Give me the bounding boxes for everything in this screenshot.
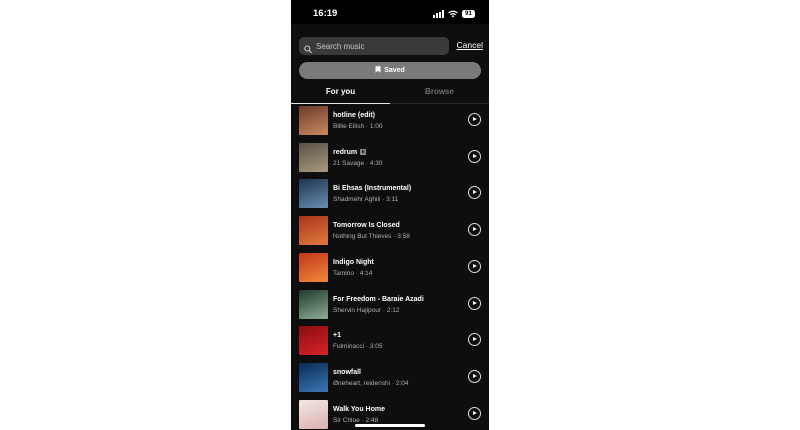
track-artist-duration: Øneheart, reidenshi · 2:04 [333,379,409,387]
track-title: Indigo Night [333,259,374,266]
album-art [299,106,328,135]
play-button[interactable] [468,149,481,163]
play-icon [473,227,477,232]
saved-button[interactable]: Saved [299,62,481,79]
track-title: Tomorrow Is Closed [333,222,400,229]
track-title: Walk You Home [333,406,385,413]
track-title-text: Walk You Home [333,405,385,413]
bookmark-icon [375,66,381,75]
saved-label: Saved [384,67,405,74]
play-button[interactable] [468,406,481,420]
album-art [299,252,328,282]
play-icon [473,153,477,158]
track-title-text: For Freedom - Baraie Azadi [333,295,424,303]
track-row[interactable]: redrum E 21 Savage · 4:30 [291,142,489,177]
album-art [299,289,328,319]
status-icons: 91 [433,9,475,18]
play-icon [473,300,477,305]
album-art [299,326,328,356]
track-row[interactable]: hotline (edit) Billie Eilish · 1:00 [291,106,489,140]
track-title: Bi Ehsas (Instrumental) [333,185,411,192]
track-title-text: hotline (edit) [333,112,375,119]
track-row[interactable]: Bi Ehsas (Instrumental) Shadmehr Aghili ·… [291,179,489,213]
tab-bar: For you Browse [291,82,489,104]
track-title-text: Indigo Night [333,258,374,266]
play-button[interactable] [468,223,481,237]
active-tab-indicator [291,103,390,104]
track-artist-duration: 21 Savage · 4:30 [333,159,383,167]
play-icon [473,410,477,415]
track-title: +1 [333,332,341,339]
search-icon [304,41,312,59]
track-row[interactable]: For Freedom - Baraie Azadi Shervin Hajipo… [291,289,489,324]
track-title-text: snowfall [333,368,362,376]
track-row[interactable]: snowfall Øneheart, reidenshi · 2:04 [291,362,489,397]
track-title-text: Tomorrow Is Closed [333,222,400,230]
track-title-text: Bi Ehsas (Instrumental) [333,185,412,193]
play-button[interactable] [468,259,481,273]
play-icon [473,337,477,342]
track-row[interactable]: Indigo Night Tamino · 4:14 [291,252,489,287]
track-title: hotline (edit) [333,112,375,119]
play-icon [473,117,477,121]
album-art [299,216,328,246]
search-row: Cancel [299,37,483,55]
home-indicator [355,424,425,427]
tab-for-you[interactable]: For you [291,82,390,102]
status-time: 16:19 [313,8,338,19]
music-picker-sheet: Cancel Saved For you Browse hotline (edi… [291,24,489,430]
explicit-icon: E [360,148,367,155]
track-artist-duration: Shadmehr Aghili · 3:11 [333,196,399,204]
track-title-text: +1 [333,332,341,340]
track-title: redrum E [333,148,367,156]
cancel-button[interactable]: Cancel [457,40,483,50]
play-icon [473,263,477,268]
play-icon [473,190,477,195]
track-artist-duration: Shervin Hajipour · 2:12 [333,306,400,314]
battery-icon: 91 [462,9,475,18]
phone-screen: 16:19 91 Search music Cancel Saved For y… [291,0,489,430]
album-art [299,362,328,392]
track-artist-duration: Nothing But Thieves · 3:58 [333,233,410,241]
search-field[interactable] [299,37,449,55]
play-button[interactable] [468,186,481,200]
album-art [299,399,328,429]
track-artist-duration: Tamino · 4:14 [333,269,373,277]
status-bar: 16:19 91 [291,0,489,24]
track-artist-duration: Fulminacci · 3:05 [333,343,383,351]
play-button[interactable] [468,296,481,310]
track-row[interactable]: Tomorrow Is Closed Nothing But Thieves · … [291,216,489,250]
track-row[interactable]: +1 Fulminacci · 3:05 [291,326,489,360]
tab-divider [390,103,489,104]
album-art [299,179,328,209]
track-artist-duration: Billie Eilish · 1:00 [333,123,383,130]
album-art [299,142,328,172]
track-title: For Freedom - Baraie Azadi [333,296,424,303]
play-button[interactable] [468,333,481,347]
play-icon [473,373,477,378]
cellular-signal-icon [433,9,444,18]
play-button[interactable] [468,113,481,126]
track-title: snowfall [333,369,361,376]
wifi-icon [448,10,458,18]
play-button[interactable] [468,369,481,383]
track-title-text: redrum [333,148,358,156]
tab-browse[interactable]: Browse [390,82,489,102]
search-input[interactable] [314,37,446,55]
track-artist-duration: Sir Chloe · 2:48 [333,416,379,424]
